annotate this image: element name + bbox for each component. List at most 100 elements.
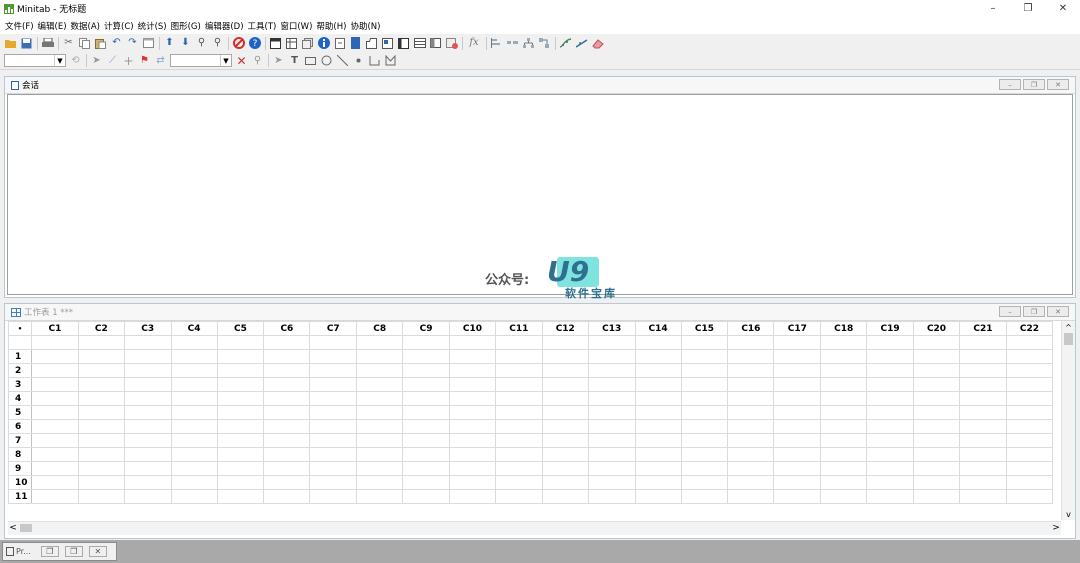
data-cell[interactable] — [449, 405, 496, 420]
data-cell[interactable] — [77, 447, 125, 462]
data-cell[interactable] — [587, 447, 636, 462]
column-header[interactable]: C20 — [913, 321, 960, 336]
polygon-icon[interactable] — [384, 54, 397, 67]
data-cell[interactable] — [449, 489, 496, 504]
down-arrow-icon[interactable]: ⬇ — [179, 37, 192, 50]
row-number[interactable]: 8 — [8, 447, 32, 462]
eraser-icon[interactable] — [591, 37, 604, 50]
data-cell[interactable] — [773, 475, 822, 490]
data-cell[interactable] — [913, 461, 960, 476]
data-cell[interactable] — [309, 433, 358, 448]
flag-icon[interactable]: ⚑ — [138, 54, 151, 67]
data-cell[interactable] — [541, 377, 589, 392]
column-name-cell[interactable] — [402, 335, 450, 350]
data-cell[interactable] — [263, 377, 311, 392]
data-cell[interactable] — [727, 433, 775, 448]
data-cell[interactable] — [263, 419, 311, 434]
size-combo[interactable]: ▼ — [170, 54, 232, 67]
column-header[interactable]: C18 — [820, 321, 868, 336]
column-header[interactable]: C7 — [309, 321, 358, 336]
row-number[interactable]: 1 — [8, 349, 32, 364]
data-cell[interactable] — [123, 349, 172, 364]
data-cell[interactable] — [216, 349, 265, 364]
column-header[interactable]: C14 — [634, 321, 682, 336]
data-cell[interactable] — [866, 363, 915, 378]
tree-icon[interactable] — [522, 37, 535, 50]
cancel-icon[interactable] — [232, 37, 245, 50]
menu-graph[interactable]: 图形(G) — [171, 20, 201, 32]
data-table[interactable]: • C1 C2 C3 C4 C5 C6 C7 C8 C9 C10 C11 C12… — [8, 321, 1053, 504]
data-cell[interactable] — [727, 475, 775, 490]
project-icon[interactable] — [349, 37, 362, 50]
data-cell[interactable] — [866, 489, 915, 504]
window-icon[interactable] — [142, 37, 155, 50]
data-cell[interactable] — [123, 433, 172, 448]
row-number[interactable]: 7 — [8, 433, 32, 448]
row-number[interactable]: 11 — [8, 489, 32, 504]
data-cell[interactable] — [77, 349, 125, 364]
data-cell[interactable] — [866, 419, 915, 434]
redo-icon[interactable]: ↷ — [126, 37, 139, 50]
data-cell[interactable] — [263, 391, 311, 406]
vertical-scrollbar[interactable]: ^ v — [1061, 321, 1075, 520]
data-cell[interactable] — [727, 405, 775, 420]
column-header[interactable]: C21 — [958, 321, 1007, 336]
data-cell[interactable] — [866, 461, 915, 476]
column-header[interactable]: C9 — [402, 321, 450, 336]
data-cell[interactable] — [866, 433, 915, 448]
data-cell[interactable] — [449, 475, 496, 490]
data-cell[interactable] — [494, 391, 543, 406]
data-cell[interactable] — [402, 447, 450, 462]
hscroll-thumb[interactable] — [20, 524, 32, 532]
data-cell[interactable] — [309, 461, 358, 476]
data-cell[interactable] — [773, 377, 822, 392]
data-cell[interactable] — [170, 377, 218, 392]
data-cell[interactable] — [820, 475, 868, 490]
data-cell[interactable] — [449, 419, 496, 434]
data-cell[interactable] — [634, 419, 682, 434]
data-cell[interactable] — [727, 419, 775, 434]
column-name-cell[interactable] — [587, 335, 636, 350]
data-cell[interactable] — [309, 447, 358, 462]
data-cell[interactable] — [30, 349, 79, 364]
report-icon[interactable] — [381, 37, 394, 50]
table-row[interactable]: 8 — [8, 447, 1053, 462]
data-cell[interactable] — [30, 377, 79, 392]
data-cell[interactable] — [680, 419, 729, 434]
data-cell[interactable] — [913, 433, 960, 448]
column-name-cell[interactable] — [727, 335, 775, 350]
data-cell[interactable] — [587, 475, 636, 490]
data-cell[interactable] — [727, 349, 775, 364]
data-cell[interactable] — [30, 363, 79, 378]
data-cell[interactable] — [541, 391, 589, 406]
data-cell[interactable] — [170, 433, 218, 448]
data-cell[interactable] — [263, 405, 311, 420]
history-icon[interactable] — [333, 37, 346, 50]
data-cell[interactable] — [634, 447, 682, 462]
data-cell[interactable] — [216, 405, 265, 420]
data-cell[interactable] — [494, 349, 543, 364]
data-cell[interactable] — [958, 489, 1007, 504]
copy-icon[interactable] — [78, 37, 91, 50]
data-cell[interactable] — [680, 405, 729, 420]
column-header[interactable]: C12 — [541, 321, 589, 336]
data-cell[interactable] — [309, 475, 358, 490]
data-cell[interactable] — [123, 363, 172, 378]
menu-stat[interactable]: 统计(S) — [138, 20, 167, 32]
data-cell[interactable] — [449, 461, 496, 476]
column-header[interactable]: C2 — [77, 321, 125, 336]
table-row[interactable]: 6 — [8, 419, 1053, 434]
session-restore-button[interactable]: ❐ — [1023, 79, 1045, 90]
data-cell[interactable] — [913, 475, 960, 490]
data-cell[interactable] — [123, 461, 172, 476]
data-cell[interactable] — [170, 405, 218, 420]
data-cell[interactable] — [216, 377, 265, 392]
data-cell[interactable] — [123, 391, 172, 406]
curve-icon[interactable] — [559, 37, 572, 50]
rectangle-icon[interactable] — [304, 54, 317, 67]
new-worksheet-icon[interactable] — [301, 37, 314, 50]
data-cell[interactable] — [30, 489, 79, 504]
data-cell[interactable] — [356, 405, 404, 420]
column-header[interactable]: C4 — [170, 321, 218, 336]
data-cell[interactable] — [77, 433, 125, 448]
